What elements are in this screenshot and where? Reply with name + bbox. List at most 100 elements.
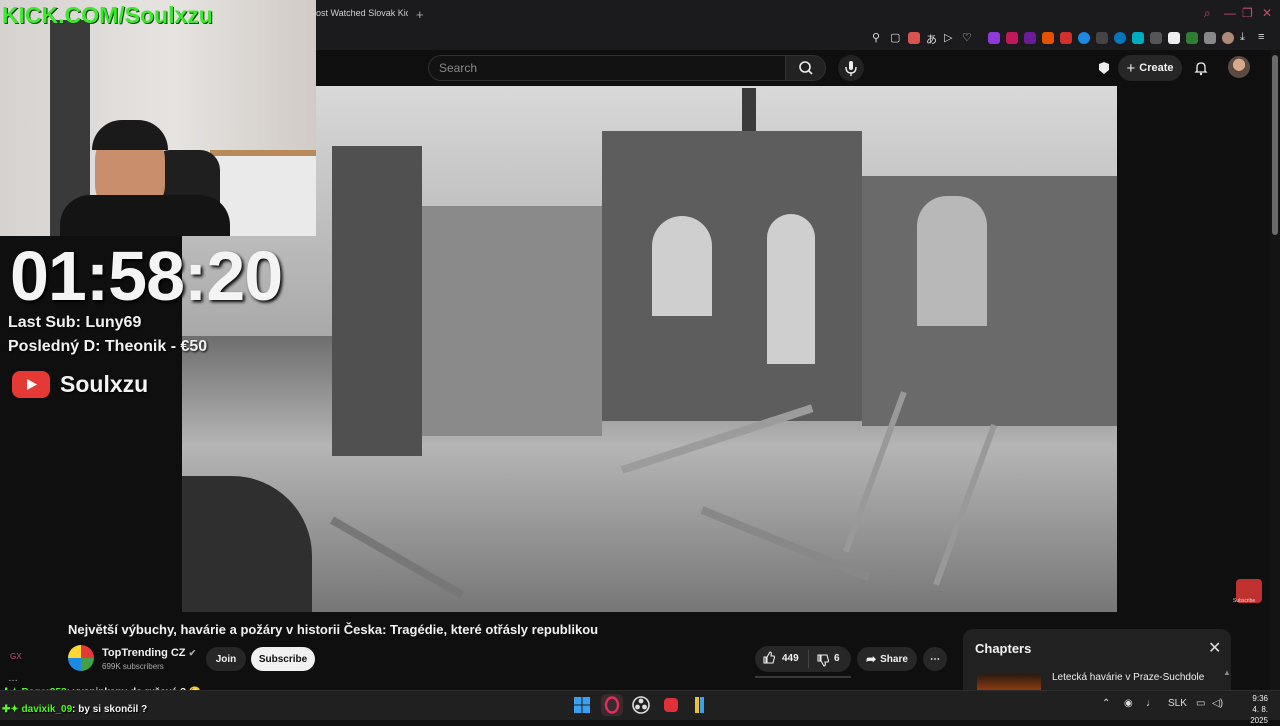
side-label: GX — [10, 652, 22, 661]
channel-name[interactable]: TopTrending CZ ✔ — [102, 647, 196, 659]
extension-icon[interactable] — [1168, 32, 1180, 44]
language-indicator[interactable]: SLK — [1168, 698, 1187, 709]
youtube-channel-name: Soulxzu — [60, 371, 149, 397]
extension-icon[interactable] — [1186, 32, 1198, 44]
like-divider — [808, 650, 809, 668]
window-opening — [652, 216, 712, 316]
translate-icon[interactable]: あ — [926, 31, 937, 47]
extension-icon[interactable] — [1024, 32, 1036, 44]
like-ratio-bar — [755, 676, 851, 678]
channel-avatar[interactable] — [68, 645, 94, 671]
share-label: Share — [880, 653, 908, 665]
ruined-wall — [332, 146, 422, 456]
extension-icon[interactable] — [1132, 32, 1144, 44]
minimize-icon[interactable]: — — [1224, 6, 1236, 20]
kick-channel-brand: KICK.COM/Soulxzu — [2, 2, 213, 28]
menu-icon[interactable]: ≡ — [1258, 31, 1264, 43]
taskbar-clock[interactable]: 9:36 4. 8. 2025 — [1236, 693, 1268, 726]
subscribe-watermark-label: Subscribe — [1233, 598, 1256, 604]
search-icon[interactable]: ⌕ — [1204, 6, 1211, 21]
extension-icon[interactable] — [1042, 32, 1054, 44]
video-title: Největší výbuchy, havárie a požáry v his… — [68, 622, 599, 637]
like-count[interactable]: 449 — [782, 653, 799, 664]
puzzle-icon[interactable] — [1204, 32, 1216, 44]
extension-icon[interactable] — [1078, 32, 1090, 44]
chapters-title: Chapters — [975, 641, 1032, 656]
last-sub-label: Last Sub: Luny69 — [8, 314, 142, 331]
opera-gx-icon[interactable] — [601, 694, 623, 716]
share-button[interactable]: ➦ Share — [857, 647, 917, 671]
play-icon[interactable]: ▷ — [944, 31, 952, 44]
new-tab-button[interactable]: + — [416, 7, 424, 22]
voice-search-button[interactable] — [838, 55, 864, 81]
webcam-overlay — [0, 0, 316, 236]
badge-icon: ✚✦ — [2, 704, 19, 715]
screenshot-icon[interactable]: ▢ — [890, 31, 900, 44]
ruined-wall — [602, 131, 862, 421]
thumbs-down-icon[interactable] — [816, 653, 830, 672]
more-actions-button[interactable]: ⋯ — [923, 647, 947, 671]
pocket-icon[interactable] — [908, 32, 920, 44]
channel-name-text: TopTrending CZ — [102, 647, 186, 659]
scrollbar-thumb[interactable] — [1272, 55, 1278, 235]
last-donation-label: Posledný D: Theonik - €50 — [8, 338, 208, 355]
create-button[interactable]: + Create — [1118, 55, 1182, 81]
create-label: Create — [1139, 62, 1174, 74]
clock-time: 9:36 — [1252, 694, 1268, 703]
search-icon — [799, 61, 813, 75]
extension-icon[interactable] — [1006, 32, 1018, 44]
close-window-icon[interactable]: ✕ — [1262, 6, 1272, 20]
extension-icon[interactable] — [1150, 32, 1162, 44]
notifications-bell-icon[interactable] — [1193, 60, 1209, 81]
channel-subscribers: 699K subscribers — [102, 662, 164, 671]
heart-icon[interactable]: ♡ — [962, 31, 972, 44]
obs-icon[interactable] — [630, 694, 652, 716]
chevron-up-icon[interactable]: ▲ — [1223, 668, 1231, 677]
stream-timer: 01:58:20 — [10, 237, 283, 315]
youtube-logo-icon — [12, 371, 50, 398]
microphone-icon[interactable]: ♩ — [1146, 698, 1156, 709]
network-icon[interactable]: ▭ — [1196, 698, 1205, 709]
app-icon[interactable] — [689, 694, 711, 716]
chat-text: : by si skončil ? — [72, 704, 148, 715]
verified-icon: ✔ — [188, 648, 197, 658]
microphone-icon — [845, 61, 857, 76]
chapter-item-label[interactable]: Letecká havárie v Praze-Suchdole — [1052, 672, 1204, 683]
chevron-up-icon[interactable]: ⌃ — [1102, 698, 1110, 709]
windows-start-icon[interactable] — [571, 694, 593, 716]
ruined-wall — [862, 176, 1117, 426]
share-icon: ➦ — [866, 652, 877, 666]
extension-icon[interactable] — [1096, 32, 1108, 44]
chat-message: ✚✦ davixik_09: by si skončil ? — [2, 704, 147, 715]
window-opening — [917, 196, 987, 326]
plus-icon: + — [1126, 59, 1136, 77]
dislike-count[interactable]: 6 — [834, 653, 840, 664]
studio-icon[interactable] — [1096, 60, 1112, 81]
account-avatar[interactable] — [1228, 56, 1250, 78]
extension-icon[interactable] — [1114, 32, 1126, 44]
extension-icon[interactable] — [1060, 32, 1072, 44]
download-icon[interactable]: ⤓ — [1240, 31, 1245, 44]
search-button[interactable] — [786, 55, 826, 81]
extension-icon[interactable] — [988, 32, 1000, 44]
discord-icon[interactable]: ◉ — [1124, 698, 1133, 709]
video-player[interactable] — [182, 86, 1117, 612]
browser-tab[interactable]: ost Watched Slovak Kic — [316, 8, 408, 18]
subscribe-button[interactable]: Subscribe — [251, 647, 315, 671]
clock-date: 4. 8. 2025 — [1250, 705, 1268, 725]
overflow-dots-icon: … — [8, 673, 18, 684]
join-button[interactable]: Join — [206, 647, 246, 671]
window-opening — [767, 214, 815, 364]
streamer-shirt — [60, 195, 230, 236]
ruined-wall — [422, 206, 602, 436]
search-box[interactable] — [428, 55, 786, 81]
search-input[interactable] — [429, 56, 779, 80]
app-icon[interactable] — [660, 694, 682, 716]
volume-icon[interactable]: ◁) — [1212, 698, 1223, 709]
thumbs-up-icon[interactable] — [762, 651, 776, 670]
chat-username: davixik_09 — [21, 704, 73, 715]
pin-icon[interactable]: ⚲ — [872, 31, 880, 44]
restore-icon[interactable]: ❐ — [1242, 6, 1253, 20]
profile-icon[interactable] — [1222, 32, 1234, 44]
close-icon[interactable]: ✕ — [1208, 638, 1221, 658]
